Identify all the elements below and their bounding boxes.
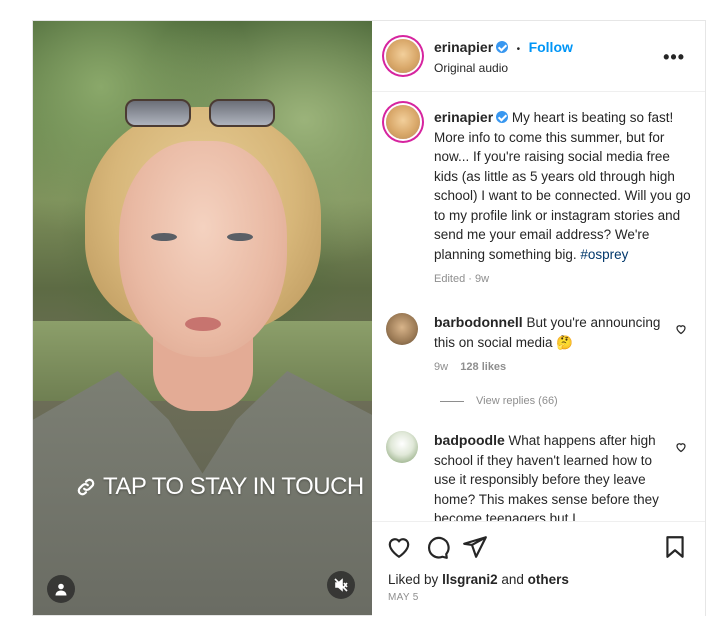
save-bookmark-icon[interactable] — [662, 534, 688, 560]
comment-item: barbodonnell But you're announcing this … — [434, 313, 664, 378]
post-details-panel: erinapier • Follow Original audio ••• er… — [372, 21, 705, 616]
comment-age: 9w — [434, 361, 449, 373]
post-actions-bar: Liked by llsgrani2 and others MAY 5 — [372, 521, 705, 616]
comment-likes[interactable]: 128 likes — [460, 361, 506, 373]
liked-user[interactable]: llsgrani2 — [442, 572, 498, 587]
follow-button[interactable]: Follow — [529, 39, 573, 55]
cta-label: TAP TO STAY IN TOUCH — [103, 473, 364, 500]
comment-username[interactable]: badpoodle — [434, 432, 505, 448]
commenter-avatar[interactable] — [386, 431, 418, 463]
hashtag-link[interactable]: #osprey — [580, 247, 628, 262]
caption-author-avatar[interactable] — [386, 105, 420, 139]
verified-icon — [496, 41, 509, 53]
person-eye-right — [227, 233, 253, 241]
user-tag-button[interactable] — [47, 575, 75, 603]
like-heart-icon[interactable] — [386, 534, 412, 560]
reel-video[interactable]: TAP TO STAY IN TOUCH — [33, 21, 372, 615]
user-tag-icon — [55, 583, 67, 596]
more-options-icon[interactable]: ••• — [663, 47, 685, 68]
post-header: erinapier • Follow Original audio ••• — [372, 21, 705, 92]
comment-like-heart-icon[interactable] — [675, 441, 687, 453]
liked-prefix: Liked by — [388, 572, 439, 587]
audio-label[interactable]: Original audio — [434, 61, 508, 75]
separator-dot: • — [516, 44, 521, 55]
comment-username[interactable]: barbodonnell — [434, 314, 523, 330]
author-row: erinapier • Follow — [434, 39, 573, 57]
comment-icon[interactable] — [424, 534, 450, 560]
post-caption: erinapier My heart is beating so fast! M… — [434, 108, 696, 290]
liked-others[interactable]: others — [528, 572, 569, 587]
view-replies-button[interactable]: View replies (66) — [440, 395, 558, 407]
share-icon[interactable] — [462, 534, 488, 560]
comment-like-heart-icon[interactable] — [675, 323, 687, 335]
mute-button[interactable] — [327, 571, 355, 599]
liked-and: and — [501, 572, 524, 587]
comment-item: badpoodle What happens after high school… — [434, 431, 664, 529]
mute-icon — [334, 578, 348, 592]
view-replies-label: View replies (66) — [476, 395, 558, 407]
post-date: MAY 5 — [388, 592, 419, 603]
liked-by-text: Liked by llsgrani2 and others — [388, 572, 569, 587]
post-modal: TAP TO STAY IN TOUCH erinapier • Follow — [32, 20, 706, 616]
replies-divider — [440, 400, 464, 402]
commenter-avatar[interactable] — [386, 313, 418, 345]
caption-text: My heart is beating so fast! More info t… — [434, 110, 691, 262]
sunglasses — [125, 99, 275, 127]
author-avatar[interactable] — [386, 39, 420, 73]
person-mouth — [185, 317, 221, 331]
caption-username[interactable]: erinapier — [434, 109, 493, 125]
tap-to-stay-in-touch-link[interactable]: TAP TO STAY IN TOUCH — [75, 473, 364, 501]
link-icon — [77, 478, 95, 496]
verified-icon — [496, 111, 509, 123]
author-username[interactable]: erinapier — [434, 39, 493, 55]
person-eye-left — [151, 233, 177, 241]
caption-meta: Edited · 9w — [434, 273, 490, 285]
comment-meta: 9w 128 likes — [434, 358, 664, 378]
